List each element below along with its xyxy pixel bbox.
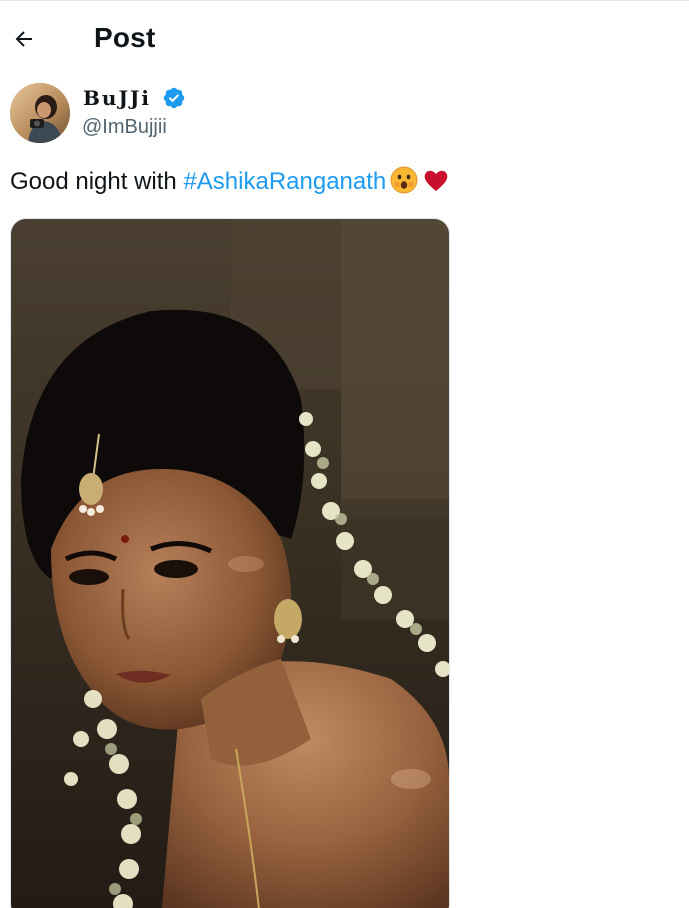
tweet-text: Good night with #AshikaRanganath bbox=[10, 166, 450, 201]
red-heart-emoji bbox=[422, 166, 450, 201]
post-media-photo[interactable] bbox=[10, 218, 450, 908]
tweet-text-prefix: Good night with bbox=[10, 168, 184, 195]
post-header: Post bbox=[0, 1, 689, 75]
page-title: Post bbox=[94, 22, 156, 53]
author-row: BuJJi @ImBujjii bbox=[10, 83, 610, 145]
verified-badge-icon bbox=[163, 87, 185, 109]
face-with-open-mouth-emoji bbox=[390, 166, 418, 201]
author-display-name[interactable]: BuJJi bbox=[83, 86, 151, 110]
author-handle[interactable]: @ImBujjii bbox=[82, 116, 167, 139]
hashtag-link[interactable]: #AshikaRanganath bbox=[183, 168, 386, 195]
avatar[interactable] bbox=[10, 83, 70, 143]
photo-image bbox=[11, 219, 449, 908]
arrow-left-icon bbox=[15, 31, 32, 47]
post-page: Post BuJJi @ImBujjii Good night with #As… bbox=[0, 0, 689, 908]
back-button[interactable] bbox=[4, 19, 44, 59]
avatar-image bbox=[10, 83, 70, 143]
